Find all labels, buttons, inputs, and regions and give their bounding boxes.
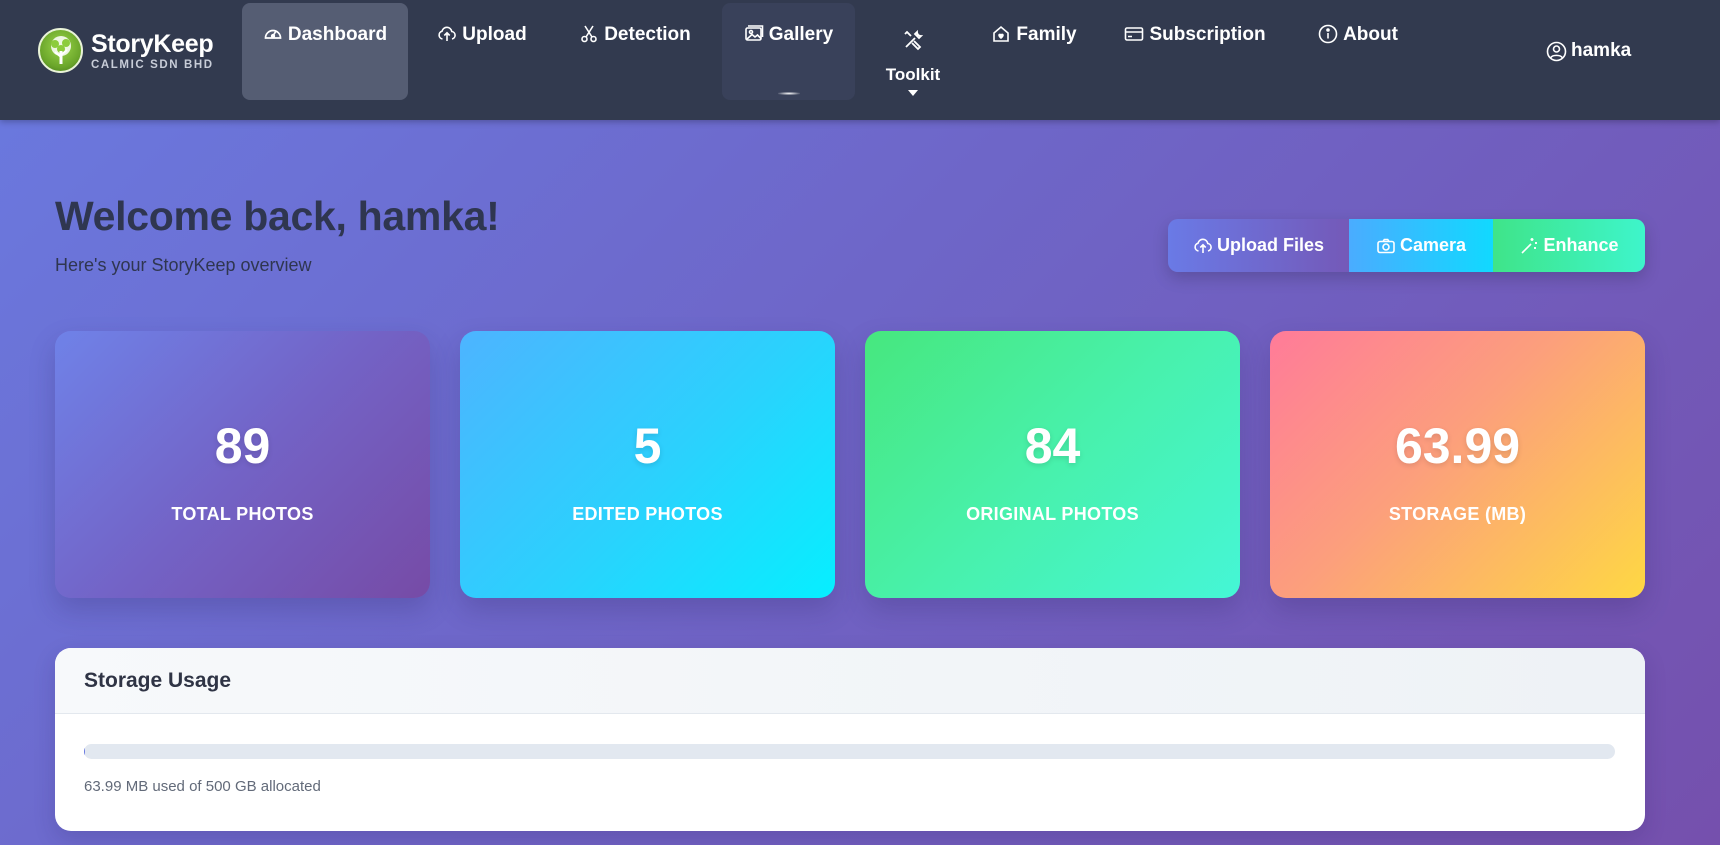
cloud-upload-icon <box>437 24 457 44</box>
stat-value: 5 <box>633 418 662 474</box>
stat-card-original-photos: 84 ORIGINAL PHOTOS <box>865 331 1240 598</box>
camera-icon <box>1376 236 1396 256</box>
nav-gallery-label: Gallery <box>768 24 834 45</box>
stat-label: EDITED PHOTOS <box>572 504 723 524</box>
stat-value: 89 <box>214 418 271 474</box>
nav-toolkit-dropdown[interactable]: Toolkit <box>874 3 952 100</box>
nav-family-label: Family <box>1016 24 1077 45</box>
magic-wand-icon <box>1519 236 1539 256</box>
storage-card-header: Storage Usage <box>55 648 1645 714</box>
brand[interactable]: StoryKeep CALMIC SDN BHD <box>38 28 214 73</box>
enhance-button[interactable]: Enhance <box>1493 219 1645 272</box>
house-heart-icon <box>991 24 1011 44</box>
tools-icon <box>902 29 924 57</box>
brand-name: StoryKeep <box>91 29 214 58</box>
brand-subtitle: CALMIC SDN BHD <box>91 58 214 71</box>
stat-label: ORIGINAL PHOTOS <box>966 504 1139 524</box>
enhance-label: Enhance <box>1543 235 1619 255</box>
gauge-icon <box>263 24 283 44</box>
info-circle-icon <box>1318 24 1338 44</box>
stat-label: STORAGE (MB) <box>1388 504 1527 524</box>
nav-toolkit-label: Toolkit <box>885 64 941 84</box>
nav-gallery[interactable]: Gallery <box>722 3 855 100</box>
nav-subscription-label: Subscription <box>1149 24 1266 45</box>
user-menu[interactable]: hamka <box>1546 40 1631 62</box>
nav-subscription[interactable]: Subscription <box>1121 3 1269 100</box>
scissors-icon <box>579 24 599 44</box>
quick-actions: Upload Files Camera Enhance <box>1168 219 1645 272</box>
nav-about[interactable]: About <box>1314 3 1402 100</box>
nav-dashboard-label: Dashboard <box>287 24 388 45</box>
stat-value: 84 <box>1024 418 1081 474</box>
user-name: hamka <box>1571 40 1632 61</box>
images-icon <box>744 24 764 44</box>
stat-card-total-photos: 89 TOTAL PHOTOS <box>55 331 430 598</box>
upload-files-button[interactable]: Upload Files <box>1168 219 1349 272</box>
nav-family[interactable]: Family <box>986 3 1082 100</box>
camera-label: Camera <box>1399 235 1467 255</box>
camera-button[interactable]: Camera <box>1349 219 1493 272</box>
stat-value: 63.99 <box>1394 418 1521 474</box>
credit-card-icon <box>1124 24 1144 44</box>
stat-label: TOTAL PHOTOS <box>171 504 314 524</box>
nav-detection[interactable]: Detection <box>573 3 697 100</box>
nav-detection-label: Detection <box>604 24 691 45</box>
welcome-subtitle: Here's your StoryKeep overview <box>55 255 312 275</box>
nav-upload-label: Upload <box>462 24 527 45</box>
storage-usage-text: 63.99 MB used of 500 GB allocated <box>84 778 321 795</box>
top-navbar: StoryKeep CALMIC SDN BHD Dashboard Uploa… <box>0 0 1720 120</box>
storage-progress-bar <box>84 744 1615 759</box>
nav-about-label: About <box>1343 24 1398 45</box>
user-circle-icon <box>1546 41 1567 62</box>
cloud-upload-icon <box>1193 236 1213 256</box>
storage-usage-card: Storage Usage 63.99 MB used of 500 GB al… <box>55 648 1645 831</box>
upload-files-label: Upload Files <box>1216 235 1324 255</box>
tree-icon <box>38 28 83 73</box>
nav-upload[interactable]: Upload <box>426 3 538 100</box>
chevron-down-icon <box>908 89 918 96</box>
nav-dashboard[interactable]: Dashboard <box>242 3 408 100</box>
stat-card-edited-photos: 5 EDITED PHOTOS <box>460 331 835 598</box>
stat-card-storage: 63.99 STORAGE (MB) <box>1270 331 1645 598</box>
welcome-title: Welcome back, hamka! <box>55 193 500 239</box>
storage-title: Storage Usage <box>84 668 232 692</box>
nav-active-indicator <box>777 92 800 95</box>
